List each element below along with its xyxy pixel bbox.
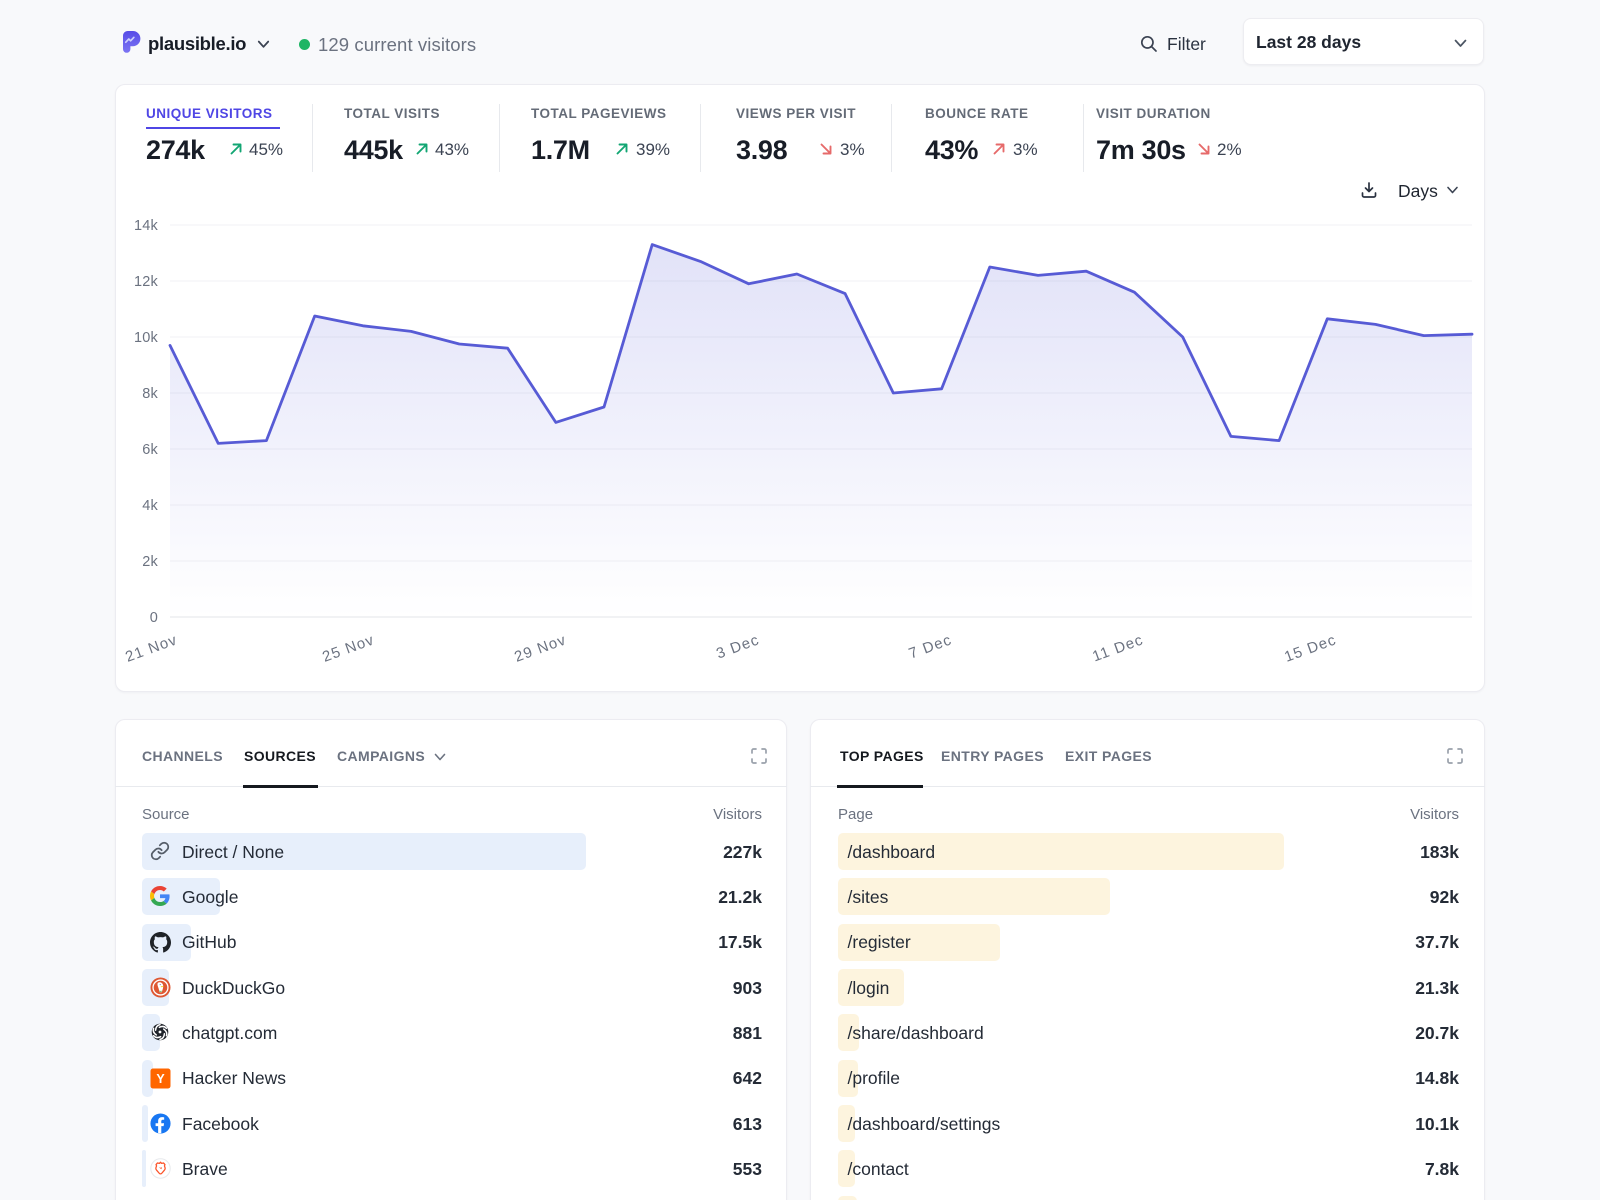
svg-text:11 Dec: 11 Dec — [1090, 631, 1146, 665]
svg-text:21 Nov: 21 Nov — [123, 631, 180, 665]
svg-text:15 Dec: 15 Dec — [1282, 631, 1339, 665]
svg-text:4k: 4k — [142, 498, 158, 514]
svg-text:12k: 12k — [134, 274, 159, 290]
svg-text:7 Dec: 7 Dec — [907, 631, 955, 662]
svg-text:25 Nov: 25 Nov — [320, 631, 377, 665]
svg-text:10k: 10k — [134, 330, 159, 346]
svg-text:Y: Y — [156, 1072, 165, 1086]
svg-text:6k: 6k — [142, 442, 158, 458]
svg-text:3 Dec: 3 Dec — [714, 631, 762, 662]
svg-text:2k: 2k — [142, 554, 158, 570]
svg-text:8k: 8k — [142, 386, 158, 402]
svg-text:14k: 14k — [134, 218, 159, 234]
svg-text:29 Nov: 29 Nov — [512, 631, 569, 665]
svg-text:0: 0 — [150, 610, 158, 626]
